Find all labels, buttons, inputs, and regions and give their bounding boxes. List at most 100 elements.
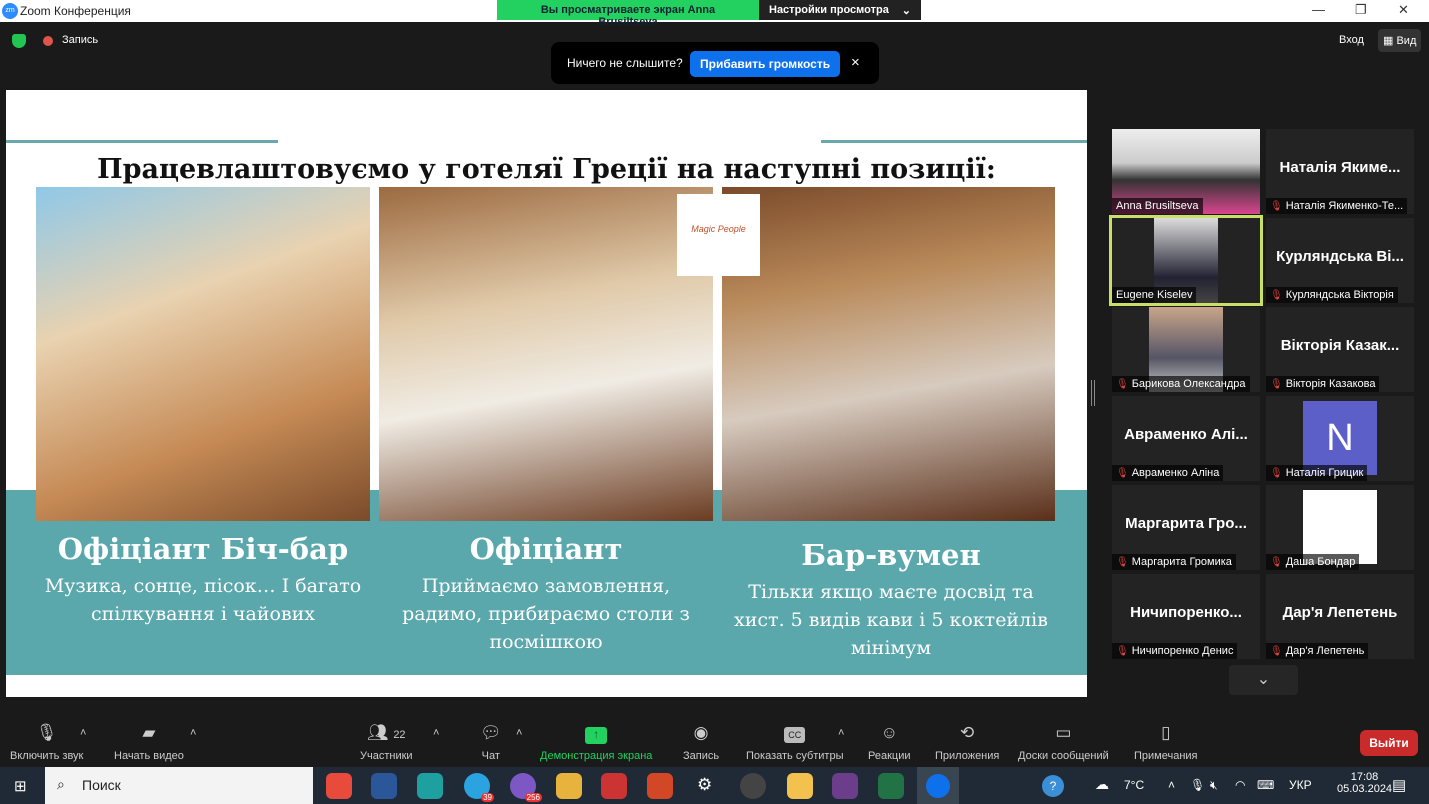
video-label: Начать видео	[114, 750, 184, 762]
language-indicator[interactable]: УКР	[1289, 778, 1312, 792]
position-desc: Приймаємо замовлення, радимо, прибираємо…	[402, 575, 690, 653]
chevron-up-icon[interactable]: ˄	[80, 727, 86, 739]
reactions-label: Реакции	[868, 750, 911, 762]
participant-tile[interactable]: 🎙︎ Даша Бондар	[1266, 485, 1414, 570]
participant-tile[interactable]: Курляндська Ві... 🎙︎ Курляндська Вікторія	[1266, 218, 1414, 303]
notification-text: Ничего не слышите?	[567, 56, 683, 70]
taskbar-search[interactable]: ⌕ Поиск	[45, 767, 313, 804]
participants-count: 22	[393, 729, 406, 741]
mic-muted-icon: 🎙︎	[1116, 557, 1129, 568]
file-explorer-icon[interactable]	[787, 773, 813, 799]
mic-muted-icon: 🎙︎	[1116, 646, 1129, 657]
telegram-icon[interactable]: 39	[464, 773, 494, 802]
maximize-button[interactable]: ❐	[1355, 2, 1367, 18]
chevron-up-icon[interactable]: ˄	[433, 727, 439, 739]
participant-name-label: 🎙︎ Курляндська Вікторія	[1266, 287, 1398, 303]
position-card: Бар-вумен Тільки якщо маєте досвід та хис…	[721, 538, 1061, 662]
participant-tile[interactable]: Eugene Kiselev	[1109, 215, 1263, 306]
captions-button[interactable]: CC Показать субтитры	[746, 723, 844, 762]
share-screen-button[interactable]: ↑ Демонстрация экрана	[540, 723, 652, 762]
reactions-button[interactable]: ☺ Реакции	[868, 723, 911, 762]
powerpoint-icon[interactable]	[647, 773, 673, 799]
chevron-up-icon[interactable]: ˄	[1168, 778, 1175, 792]
divider	[821, 140, 1087, 143]
unmute-button[interactable]: 🎙︎ Включить звук	[10, 723, 83, 762]
recording-icon	[43, 36, 53, 46]
weather-temp[interactable]: 7°C	[1124, 778, 1144, 792]
whiteboards-button[interactable]: ▭ Доски сообщений	[1018, 723, 1109, 762]
clock[interactable]: 17:08 05.03.2024	[1337, 771, 1392, 795]
edge-icon[interactable]	[417, 773, 443, 799]
windows-taskbar: ⊞ ⌕ Поиск 39 256 ⚙ ? ☁ 7°C ˄ 🎙︎ 🔇︎ ◠ ⌨ УК…	[0, 767, 1429, 804]
chrome-icon[interactable]	[326, 773, 352, 799]
audio-notification: Ничего не слышите? Прибавить громкость ×	[551, 42, 879, 84]
chevron-up-icon[interactable]: ˄	[516, 727, 522, 739]
record-label: Запись	[683, 750, 720, 762]
participant-tile[interactable]: Авраменко Алі... 🎙︎ Авраменко Аліна	[1112, 396, 1260, 481]
viber-badge: 256	[524, 793, 542, 802]
help-icon[interactable]: ?	[1042, 775, 1064, 797]
start-video-button[interactable]: ▰ Начать видео	[114, 723, 184, 762]
close-icon[interactable]: ×	[851, 54, 860, 71]
wifi-icon[interactable]: ◠	[1235, 778, 1245, 792]
participant-tile[interactable]: N 🎙︎ Наталія Грицик	[1266, 396, 1414, 481]
participants-button[interactable]: 👥︎ 22 Участники	[360, 723, 413, 762]
keyboard-icon[interactable]: ⌨	[1257, 778, 1274, 792]
signin-button[interactable]: Вход	[1339, 34, 1364, 46]
media-player-icon[interactable]	[740, 773, 766, 799]
participant-name-label: 🎙︎ Вікторія Казакова	[1266, 376, 1380, 392]
leave-button[interactable]: Выйти	[1360, 730, 1418, 756]
mic-muted-icon: 🎙︎	[35, 723, 58, 742]
chevron-up-icon[interactable]: ˄	[190, 727, 196, 739]
chrome-profile-icon[interactable]	[556, 773, 582, 799]
share-banner: Вы просматриваете экран Anna Brusiltseva…	[497, 0, 921, 28]
participant-name: Наталія Якименко-Те...	[1285, 200, 1404, 212]
security-shield-icon[interactable]	[12, 34, 26, 48]
participant-tile[interactable]: Anna Brusiltseva	[1112, 129, 1260, 214]
close-window-button[interactable]: ✕	[1398, 2, 1409, 18]
mic-muted-icon: 🎙︎	[1270, 557, 1283, 568]
weather-cloud-icon[interactable]: ☁	[1095, 776, 1109, 793]
chevron-down-icon[interactable]: ⌄	[1229, 665, 1298, 695]
viber-icon[interactable]: 256	[510, 773, 542, 802]
chat-button[interactable]: 💬︎ Чат	[480, 723, 502, 762]
snipping-tool-icon[interactable]	[601, 773, 627, 799]
chevron-up-icon[interactable]: ˄	[838, 727, 844, 739]
participant-display-name: Вікторія Казак...	[1280, 337, 1400, 354]
apps-button[interactable]: ⟲ Приложения	[935, 723, 999, 762]
word-icon[interactable]	[371, 773, 397, 799]
view-button[interactable]: ▦ Вид	[1378, 29, 1422, 52]
mic-icon[interactable]: 🎙︎	[1190, 778, 1205, 792]
participant-tile[interactable]: Наталія Якиме... 🎙︎ Наталія Якименко-Те...	[1266, 129, 1414, 214]
photo-bar-women	[722, 187, 1055, 521]
resize-handle[interactable]	[1091, 380, 1095, 406]
excel-icon[interactable]	[878, 773, 904, 799]
speaker-muted-icon[interactable]: 🔇︎	[1210, 778, 1218, 793]
participant-name-label: 🎙︎ Наталія Грицик	[1266, 465, 1368, 481]
participant-blank-video	[1303, 490, 1377, 564]
minimize-button[interactable]: —	[1312, 2, 1325, 17]
settings-icon[interactable]: ⚙	[697, 775, 712, 795]
divider	[6, 140, 278, 143]
notifications-icon[interactable]: ▤	[1392, 776, 1406, 794]
participant-tile[interactable]: Ничипоренко... 🎙︎ Ничипоренко Денис	[1112, 574, 1260, 659]
notes-button[interactable]: ▯ Примечания	[1134, 723, 1198, 762]
telegram-badge: 39	[481, 793, 494, 802]
windows-start-icon[interactable]: ⊞	[14, 777, 27, 795]
magic-people-logo: Magic People	[677, 194, 760, 276]
participant-name: Наталія Грицик	[1285, 467, 1364, 479]
record-button[interactable]: ◉ Запись	[683, 723, 719, 762]
whiteboards-label: Доски сообщений	[1018, 750, 1109, 762]
participant-display-name: Наталія Якиме...	[1279, 159, 1401, 176]
mic-muted-icon: 🎙︎	[1270, 379, 1283, 390]
participant-tile[interactable]: 🎙︎ Барикова Олександра	[1112, 307, 1260, 392]
participant-tile[interactable]: Вікторія Казак... 🎙︎ Вікторія Казакова	[1266, 307, 1414, 392]
increase-volume-button[interactable]: Прибавить громкость	[690, 51, 841, 77]
winrar-icon[interactable]	[832, 773, 858, 799]
view-settings-label: Настройки просмотра	[769, 4, 889, 16]
position-title: Бар-вумен	[801, 538, 981, 572]
participant-tile[interactable]: Дар'я Лепетень 🎙︎ Дар'я Лепетень	[1266, 574, 1414, 659]
participant-tile[interactable]: Маргарита Гро... 🎙︎ Маргарита Громика	[1112, 485, 1260, 570]
zoom-taskbar-button[interactable]	[917, 767, 959, 804]
view-settings-button[interactable]: Настройки просмотра ⌄	[759, 0, 921, 20]
